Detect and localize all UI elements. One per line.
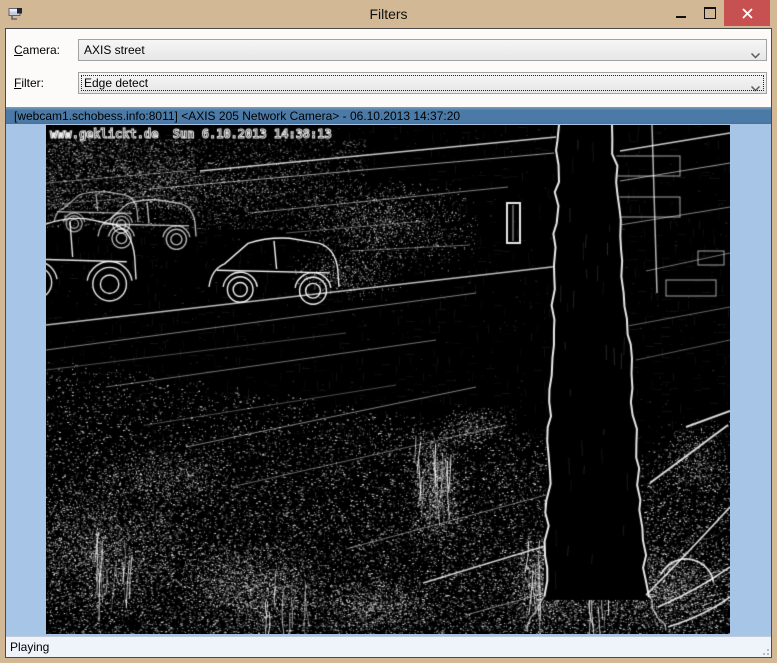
stream-header: [webcam1.schobess.info:8011] <AXIS 205 N… [6,107,771,124]
chevron-down-icon [751,48,760,62]
resize-grip-icon[interactable] [759,645,769,655]
video-canvas [46,125,730,634]
client-area: Camera: AXIS street Filter: Edge detect [5,28,772,658]
minimize-button[interactable] [666,0,695,26]
camera-select-value: AXIS street [84,43,145,57]
close-button[interactable] [724,0,770,26]
filter-select-value: Edge detect [84,76,148,90]
window-title: Filters [0,0,777,28]
filter-select[interactable]: Edge detect [78,72,767,94]
maximize-icon [704,7,716,19]
minimize-icon [676,16,686,18]
titlebar[interactable]: Filters [0,0,777,28]
stream-header-text: [webcam1.schobess.info:8011] <AXIS 205 N… [14,109,460,123]
close-icon [742,8,753,19]
camera-select[interactable]: AXIS street [78,39,767,61]
status-bar: Playing [6,636,771,657]
camera-label: Camera: [14,43,78,57]
chevron-down-icon [751,81,760,95]
controls-panel: Camera: AXIS street Filter: Edge detect [6,29,771,107]
maximize-button[interactable] [695,0,724,26]
filter-label: Filter: [14,76,78,90]
filters-window: Filters Camera: AXIS street [0,0,777,663]
video-area [6,124,771,636]
status-text: Playing [10,640,49,654]
